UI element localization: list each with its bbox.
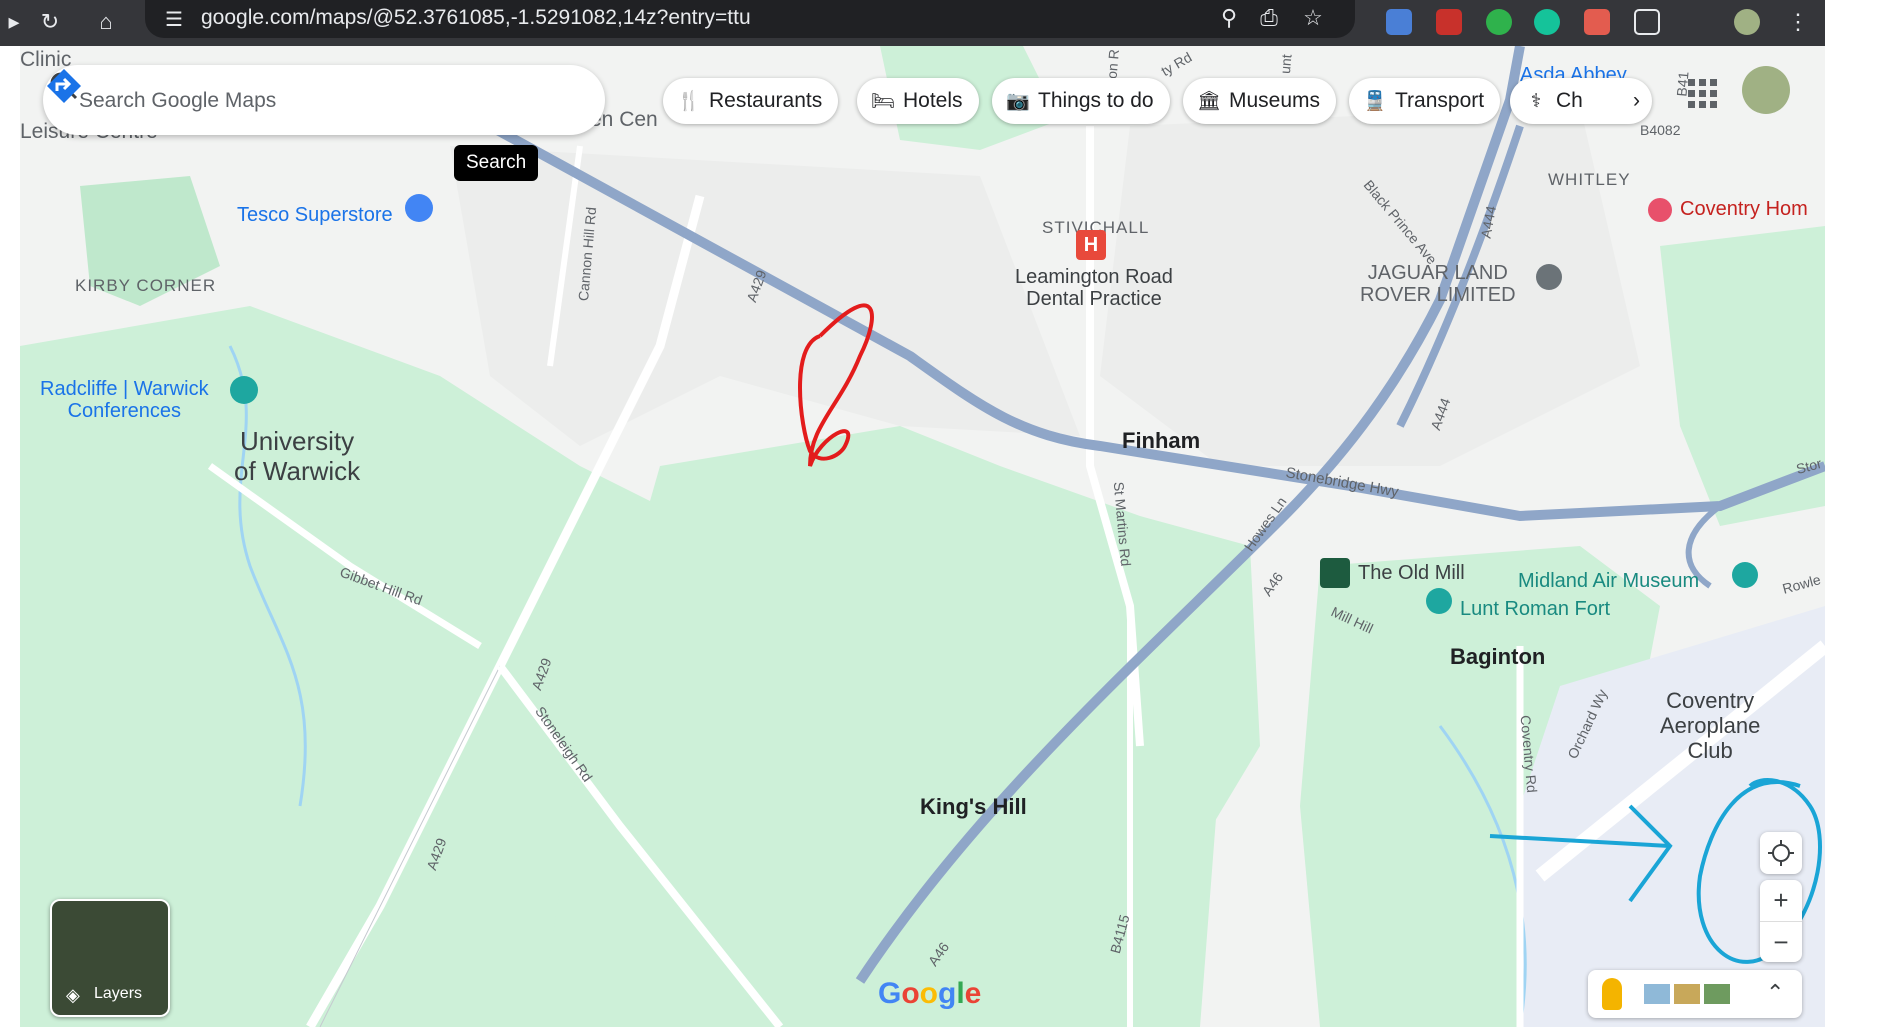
place-baginton[interactable]: Baginton bbox=[1450, 644, 1545, 670]
location-pin-icon[interactable] bbox=[1536, 264, 1562, 290]
google-logo: Google bbox=[878, 977, 982, 1010]
chevron-right-icon[interactable]: › bbox=[1633, 78, 1640, 124]
layers-icon: ◈ bbox=[66, 985, 80, 1005]
chip-things-to-do[interactable]: 📷 Things to do bbox=[992, 78, 1170, 124]
my-location-button[interactable] bbox=[1760, 832, 1802, 874]
chemist-icon: ⚕ bbox=[1530, 91, 1542, 112]
chip-chemist[interactable]: ⚕ Ch › bbox=[1510, 78, 1652, 124]
zoom-in-button[interactable]: + bbox=[1760, 880, 1802, 922]
poi-jaguar-land-rover[interactable]: JAGUAR LAND ROVER LIMITED bbox=[1360, 262, 1516, 306]
poi-the-old-mill[interactable]: The Old Mill bbox=[1358, 562, 1465, 585]
camera-icon: 📷 bbox=[1006, 91, 1030, 112]
terrain-thumbnail-icon[interactable] bbox=[1674, 984, 1700, 1004]
search-input[interactable] bbox=[77, 65, 461, 137]
map-drawing bbox=[20, 46, 1825, 1027]
poi-lunt-roman-fort[interactable]: Lunt Roman Fort bbox=[1460, 598, 1610, 621]
restaurant-icon: 🍴 bbox=[677, 91, 701, 112]
hospital-icon[interactable]: H bbox=[1076, 230, 1106, 260]
museum-icon: 🏛 bbox=[1197, 91, 1222, 112]
chip-things-to-do-label: Things to do bbox=[1038, 89, 1154, 112]
chip-hotels-label: Hotels bbox=[903, 89, 963, 112]
left-margin bbox=[0, 46, 20, 1027]
translate-extension-icon[interactable] bbox=[1386, 9, 1412, 35]
url-text[interactable]: google.com/maps/@52.3761085,-1.5291082,1… bbox=[201, 6, 751, 30]
imagery-thumbnail-icon[interactable] bbox=[1644, 984, 1670, 1004]
road-label-unt: unt bbox=[1276, 53, 1295, 75]
pegman-icon[interactable] bbox=[1602, 978, 1622, 1010]
site-settings-icon[interactable]: ☰ bbox=[165, 7, 183, 32]
shopping-cart-icon[interactable] bbox=[405, 194, 433, 222]
map-bottom-bar: ⌃ bbox=[1588, 970, 1802, 1018]
map-canvas[interactable]: KIRBY CORNER STIVICHALL WHITLEY Clinic L… bbox=[20, 46, 1825, 1027]
heart-icon[interactable] bbox=[1648, 198, 1672, 222]
crosshair-icon bbox=[1768, 840, 1794, 866]
chip-restaurants[interactable]: 🍴 Restaurants bbox=[663, 78, 839, 124]
search-tooltip: Search bbox=[454, 145, 539, 181]
chip-restaurants-label: Restaurants bbox=[709, 89, 823, 112]
chip-museums-label: Museums bbox=[1229, 89, 1321, 112]
location-pin-icon[interactable]: ⚲ bbox=[1215, 4, 1243, 32]
extension-green-icon[interactable] bbox=[1486, 9, 1512, 35]
camera-icon[interactable] bbox=[1426, 588, 1452, 614]
chip-chemist-label: Ch bbox=[1556, 89, 1583, 112]
directions-icon[interactable] bbox=[43, 65, 85, 107]
install-app-icon[interactable]: ⎙ bbox=[1255, 4, 1283, 32]
layers-label: Layers bbox=[94, 985, 143, 1002]
hotel-logo-icon[interactable] bbox=[1320, 558, 1350, 588]
expand-up-icon[interactable]: ⌃ bbox=[1766, 980, 1784, 1006]
back-icon[interactable]: ▸ bbox=[0, 8, 28, 36]
reload-icon[interactable]: ↻ bbox=[36, 8, 64, 36]
layers-button[interactable]: ◈ Layers bbox=[50, 899, 170, 1017]
zoom-out-button[interactable]: − bbox=[1760, 922, 1802, 963]
menu-kebab-icon[interactable]: ⋮ bbox=[1784, 8, 1812, 36]
search-box bbox=[43, 65, 605, 137]
place-finham[interactable]: Finham bbox=[1122, 428, 1200, 454]
poi-tesco-superstore[interactable]: Tesco Superstore bbox=[237, 204, 393, 227]
road-label-b4082: B4082 bbox=[1640, 122, 1681, 138]
place-university-of-warwick[interactable]: University of Warwick bbox=[234, 426, 360, 486]
museum-icon[interactable] bbox=[1732, 562, 1758, 588]
right-margin bbox=[1825, 0, 1889, 1027]
place-kings-hill[interactable]: King's Hill bbox=[920, 794, 1027, 820]
urban-area-north bbox=[450, 146, 1080, 446]
poi-midland-air-museum[interactable]: Midland Air Museum bbox=[1518, 570, 1699, 593]
chip-museums[interactable]: 🏛 Museums bbox=[1183, 78, 1337, 124]
extension-orange-icon[interactable] bbox=[1584, 9, 1610, 35]
hotel-icon: 🛏 bbox=[871, 91, 896, 112]
apps-grid-icon[interactable] bbox=[1685, 76, 1721, 112]
address-bar[interactable]: ☰ google.com/maps/@52.3761085,-1.5291082… bbox=[145, 0, 1355, 38]
place-whitley: WHITLEY bbox=[1548, 170, 1631, 189]
bookmark-star-icon[interactable]: ☆ bbox=[1299, 4, 1327, 32]
grammarly-extension-icon[interactable] bbox=[1534, 9, 1560, 35]
camera-icon[interactable] bbox=[230, 376, 258, 404]
place-coventry-aeroplane-club[interactable]: Coventry Aeroplane Club bbox=[1660, 688, 1760, 763]
extension-red-icon[interactable] bbox=[1436, 9, 1462, 35]
poi-coventry-home[interactable]: Coventry Hom bbox=[1680, 198, 1808, 221]
extensions-puzzle-icon[interactable] bbox=[1634, 9, 1660, 35]
place-kirby-corner: KIRBY CORNER bbox=[75, 276, 217, 295]
profile-icon[interactable] bbox=[1734, 9, 1760, 35]
chip-transport[interactable]: 🚆 Transport bbox=[1349, 78, 1501, 124]
home-icon[interactable]: ⌂ bbox=[92, 8, 120, 36]
transit-icon: 🚆 bbox=[1363, 91, 1387, 112]
chip-hotels[interactable]: 🛏 Hotels bbox=[857, 78, 979, 124]
zoom-controls: + − bbox=[1760, 880, 1802, 962]
poi-radcliffe-warwick-conferences[interactable]: Radcliffe | Warwick Conferences bbox=[40, 378, 209, 422]
poi-leamington-road-dental-practice[interactable]: Leamington Road Dental Practice bbox=[1015, 266, 1173, 310]
green-area-northeast bbox=[1660, 226, 1825, 526]
browser-toolbar: ▸ ↻ ⌂ ☰ google.com/maps/@52.3761085,-1.5… bbox=[0, 0, 1825, 46]
satellite-thumbnail-icon[interactable] bbox=[1704, 984, 1730, 1004]
avatar[interactable] bbox=[1742, 66, 1790, 114]
chip-transport-label: Transport bbox=[1395, 89, 1485, 112]
road-label-on-r: on R bbox=[1103, 48, 1123, 80]
